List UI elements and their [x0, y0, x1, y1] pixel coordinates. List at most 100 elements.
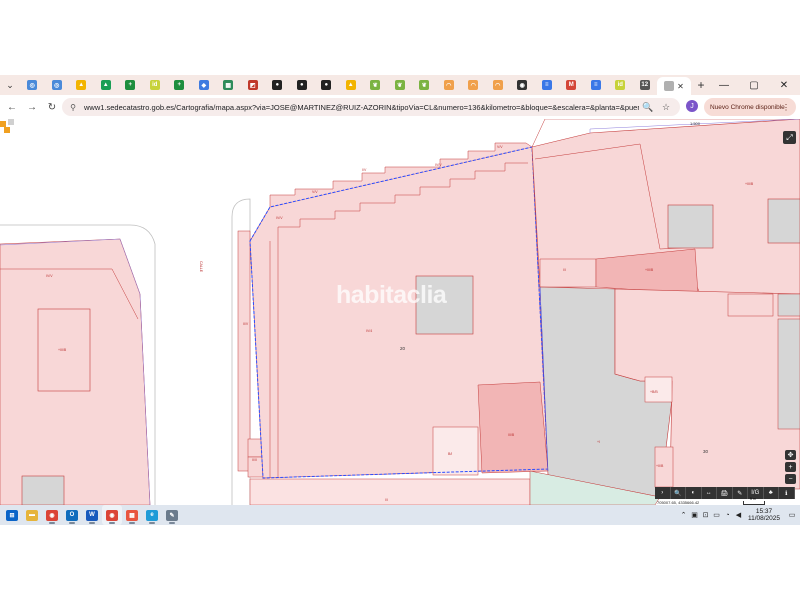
tab-26[interactable]: 12: [633, 77, 658, 93]
site-info-icon[interactable]: ⚲: [66, 103, 80, 112]
info-icon[interactable]: ℹ: [779, 487, 795, 499]
tab-4[interactable]: ▲: [94, 77, 119, 93]
measure-icon[interactable]: ↔: [702, 487, 717, 499]
tab-14[interactable]: ▲: [339, 77, 364, 93]
maximize-button[interactable]: ▢: [739, 75, 769, 95]
layers-icon[interactable]: ◐: [686, 487, 702, 499]
black-circle-icon: ●: [321, 80, 332, 90]
outlook-icon: O: [66, 509, 78, 521]
new-tab-button[interactable]: +: [691, 78, 711, 92]
parcel-label: +B/B: [650, 390, 658, 394]
parcel-label: +III/B: [745, 182, 754, 186]
address-bar[interactable]: ⚲ www1.sedecatastro.gob.es/Cartografia/m…: [62, 98, 680, 116]
system-tray: ⌃ ▣ ⊡ ▭ ◔ ◀ 15:37 11/08/2025 ▭: [678, 505, 800, 525]
tab-active[interactable]: ✕: [657, 77, 691, 95]
taskbar-outlook-button[interactable]: O: [62, 505, 82, 525]
tab-search-chevron-icon[interactable]: ⌄: [0, 75, 20, 95]
notifications-icon[interactable]: ▭: [784, 505, 800, 525]
tab-16[interactable]: ❦: [388, 77, 413, 93]
orange-arc-icon: ◠: [443, 80, 454, 90]
tab-25[interactable]: id: [608, 77, 633, 93]
taskbar-photos-button[interactable]: ✎: [162, 505, 182, 525]
profile-avatar[interactable]: J: [686, 100, 698, 112]
tab-10[interactable]: ◩: [241, 77, 266, 93]
back-arrow-icon[interactable]: ←: [2, 97, 22, 117]
speaker-icon[interactable]: ◀: [733, 505, 744, 525]
zoom-in-button[interactable]: +: [785, 462, 796, 472]
clock[interactable]: 15:37 11/08/2025: [744, 508, 784, 523]
parcel-label: IV/V: [276, 216, 283, 220]
update-label: Nuevo Chrome disponible: [710, 103, 785, 111]
parcel-right-box: [727, 293, 774, 317]
forward-arrow-icon[interactable]: →: [22, 97, 42, 117]
tab-15[interactable]: ❦: [363, 77, 388, 93]
map-canvas[interactable]: CALLE IV/4 20 V/V V/V IV/V I/V IV/V II/V…: [0, 119, 800, 505]
minimize-button[interactable]: —: [709, 75, 739, 95]
tab-6[interactable]: id: [143, 77, 168, 93]
wifi-icon[interactable]: ◔: [722, 505, 733, 525]
parcel-label: +I: [597, 440, 600, 444]
tab-13[interactable]: ●: [314, 77, 339, 93]
edge-icon: e: [146, 509, 158, 521]
taskbar-windows-start-button[interactable]: ⊞: [2, 505, 22, 525]
kebab-menu-icon[interactable]: ⋮: [782, 103, 790, 112]
edit-icon[interactable]: ✎: [733, 487, 748, 499]
chevron-up-icon[interactable]: ⌃: [678, 505, 689, 525]
tab-11[interactable]: ●: [265, 77, 290, 93]
sheets-grid-icon: ▦: [223, 80, 234, 90]
parcel-label: IV/V: [46, 274, 53, 278]
taskbar-edge-button[interactable]: e: [142, 505, 162, 525]
zoom-out-button[interactable]: −: [785, 474, 796, 484]
tab-5[interactable]: +: [118, 77, 143, 93]
tray-app-icon[interactable]: ▣: [689, 505, 700, 525]
tab-17[interactable]: ❦: [412, 77, 437, 93]
windows-start-icon: ⊞: [6, 509, 18, 521]
window-close-button[interactable]: ✕: [769, 75, 799, 95]
tab-22[interactable]: ≡: [535, 77, 560, 93]
url-text[interactable]: www1.sedecatastro.gob.es/Cartografia/map…: [84, 103, 639, 112]
tree-icon[interactable]: ♣: [764, 487, 779, 499]
tab-3[interactable]: ▲: [69, 77, 94, 93]
google-docs-icon: ≡: [590, 80, 601, 90]
tab-20[interactable]: ◠: [486, 77, 511, 93]
tab-12[interactable]: ●: [290, 77, 315, 93]
locate-icon[interactable]: ✥: [785, 450, 796, 460]
taskbar-colorful-app-button[interactable]: ▦: [122, 505, 142, 525]
patio-right-tall: [777, 318, 800, 430]
close-tab-icon[interactable]: ✕: [677, 82, 684, 91]
search-icon[interactable]: 🔍: [671, 487, 686, 499]
black-circle-icon: ●: [296, 80, 307, 90]
tab-7[interactable]: +: [167, 77, 192, 93]
tab-2[interactable]: ◎: [45, 77, 70, 93]
tab-24[interactable]: ≡: [584, 77, 609, 93]
tab-1[interactable]: ◎: [20, 77, 45, 93]
green-leaf-icon: ❦: [370, 80, 381, 90]
chrome-update-chip[interactable]: Nuevo Chrome disponible ⋮: [704, 98, 796, 116]
taskbar-chrome-button[interactable]: ◉: [42, 505, 62, 525]
fullscreen-icon[interactable]: ⤢: [783, 131, 796, 144]
reload-icon[interactable]: ↻: [42, 97, 62, 117]
battery-icon[interactable]: ▭: [711, 505, 722, 525]
expand-icon[interactable]: ›: [655, 487, 671, 499]
tab-19[interactable]: ◠: [461, 77, 486, 93]
tab-18[interactable]: ◠: [437, 77, 462, 93]
taskbar-word-button[interactable]: W: [82, 505, 102, 525]
patio-left: [21, 475, 65, 505]
tab-9[interactable]: ▦: [216, 77, 241, 93]
print-icon[interactable]: 🖨: [717, 487, 733, 499]
tray-app-icon[interactable]: ⊡: [700, 505, 711, 525]
taskbar-file-explorer-button[interactable]: ▬: [22, 505, 42, 525]
catastro-logo-icon: [0, 119, 14, 133]
red-doc-icon: ◩: [247, 80, 258, 90]
cadastral-map[interactable]: CALLE IV/4 20 V/V V/V IV/V I/V IV/V II/V…: [0, 119, 800, 505]
tab-21[interactable]: ◉: [510, 77, 535, 93]
tab-23[interactable]: M: [559, 77, 584, 93]
zoom-lens-icon[interactable]: 🔍: [639, 102, 657, 113]
taskbar-chrome-button[interactable]: ◉: [102, 505, 122, 525]
google-docs-icon: ≡: [541, 80, 552, 90]
number-12-icon: 12: [639, 80, 650, 90]
map-toolbar: › 🔍 ◐ ↔ 🖨 ✎ I/G ♣ ℹ: [655, 487, 795, 499]
tab-8[interactable]: ◆: [192, 77, 217, 93]
bookmark-star-icon[interactable]: ☆: [657, 102, 675, 113]
patio-right-edge: [767, 198, 800, 244]
